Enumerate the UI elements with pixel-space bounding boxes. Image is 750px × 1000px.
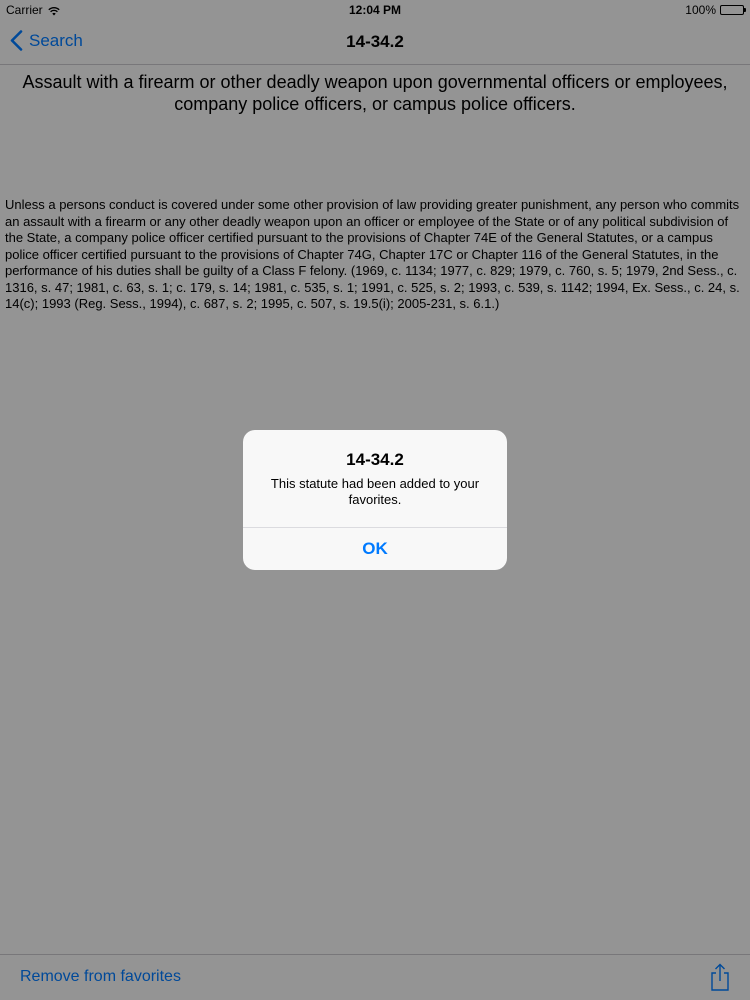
- alert-ok-button[interactable]: OK: [243, 528, 507, 570]
- alert-title: 14-34.2: [346, 450, 404, 469]
- alert-message: This statute had been added to your favo…: [270, 476, 480, 507]
- favorites-alert: 14-34.2 This statute had been added to y…: [243, 430, 507, 570]
